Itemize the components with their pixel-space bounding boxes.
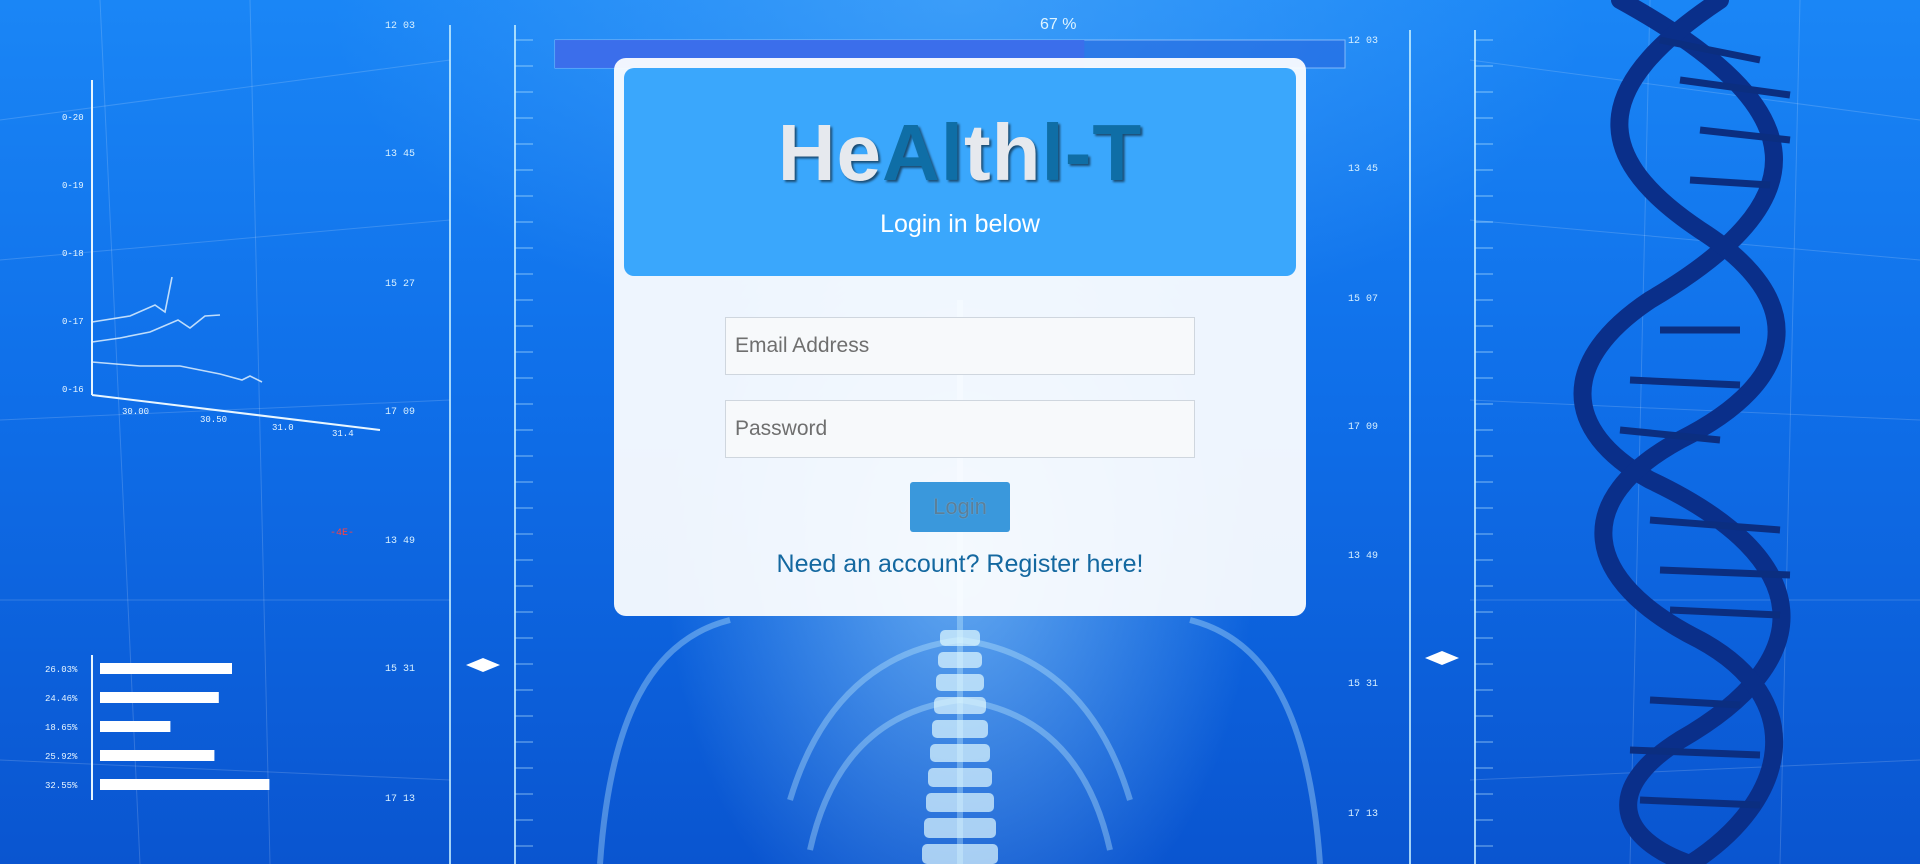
left-ruler-label: 15 31 (385, 664, 415, 675)
brand-part: l-T (1041, 108, 1143, 197)
mini-chart-y-label: 0-17 (62, 317, 84, 327)
right-ruler-label: 13 45 (1348, 164, 1378, 175)
bar-label: 24.46% (45, 694, 78, 704)
right-diamond-marker (1425, 651, 1459, 665)
login-header: HeAlthl-T Login in below (624, 68, 1296, 276)
red-marker: -4E- (330, 528, 354, 539)
mini-line-chart-axes (91, 80, 381, 431)
mini-chart-x-label: 31.0 (272, 423, 294, 433)
mini-chart-y-label: 0-20 (62, 113, 84, 123)
left-ruler-labels: 12 03 13 45 15 27 17 09 13 49 15 31 17 13 (385, 21, 415, 805)
skeleton-spine (922, 630, 998, 864)
mini-chart-y-label: 0-19 (62, 181, 84, 191)
mini-chart-y-label: 0-16 (62, 385, 84, 395)
right-ruler-label: 13 49 (1348, 551, 1378, 562)
bar-label: 18.65% (45, 723, 78, 733)
mini-chart-x-label: 30.50 (200, 415, 227, 425)
left-ruler-label: 13 49 (385, 536, 415, 547)
email-field[interactable] (725, 317, 1195, 375)
right-ruler (1409, 30, 1476, 864)
login-button[interactable]: Login (910, 482, 1010, 532)
mini-chart-x-label: 31.4 (332, 429, 354, 439)
register-link[interactable]: Need an account? Register here! (614, 550, 1306, 579)
horizontal-bar-chart: 26.03% 24.46% 18.65% 25.92% 32.55% (45, 663, 270, 791)
left-ruler-label: 15 27 (385, 279, 415, 290)
left-ruler-label: 17 13 (385, 794, 415, 805)
bar (100, 779, 270, 790)
brand-part: th (964, 108, 1042, 197)
right-ruler-label: 12 03 (1348, 36, 1378, 47)
right-ruler-label: 17 09 (1348, 422, 1378, 433)
right-ruler-labels: 12 03 13 45 15 07 17 09 13 49 15 31 17 13 (1348, 36, 1378, 820)
right-ruler-ticks (1475, 39, 1493, 847)
bar-label: 32.55% (45, 781, 78, 791)
mini-chart-lines (91, 276, 263, 383)
bar (100, 750, 215, 761)
top-progress-label: 67 % (1040, 16, 1076, 33)
left-diamond-marker (466, 658, 500, 672)
right-ruler-label: 15 07 (1348, 294, 1378, 305)
bar-label: 25.92% (45, 752, 78, 762)
brand-part: He (777, 108, 882, 197)
left-ruler (449, 25, 516, 864)
left-ruler-ticks (515, 39, 533, 847)
bar (100, 721, 171, 732)
dna-helix (1573, 0, 1791, 864)
right-ruler-label: 15 31 (1348, 679, 1378, 690)
left-ruler-label: 12 03 (385, 21, 415, 32)
brand-title: HeAlthl-T (624, 108, 1296, 198)
password-field[interactable] (725, 400, 1195, 458)
right-ruler-label: 17 13 (1348, 809, 1378, 820)
mini-chart-y-label: 0-18 (62, 249, 84, 259)
left-ruler-label: 17 09 (385, 407, 415, 418)
mini-chart-x-label: 30.00 (122, 407, 149, 417)
left-ruler-label: 13 45 (385, 149, 415, 160)
bar (100, 692, 219, 703)
bar-label: 26.03% (45, 665, 78, 675)
login-subtitle: Login in below (880, 210, 1040, 238)
mini-chart-y-labels: 0-20 0-19 0-18 0-17 0-16 (62, 113, 84, 395)
brand-part: Al (882, 108, 964, 197)
bar (100, 663, 232, 674)
login-card: HeAlthl-T Login in below Login Need an a… (614, 58, 1306, 616)
